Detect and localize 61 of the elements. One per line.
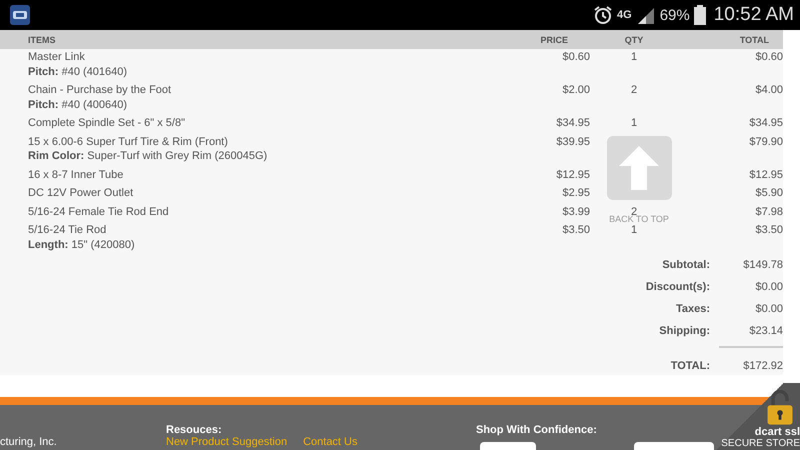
item-name: 5/16-24 Tie Rod xyxy=(28,223,108,238)
item-total: $79.90 xyxy=(748,134,783,149)
item-total: $34.95 xyxy=(748,116,783,130)
item-price: $2.95 xyxy=(561,186,590,200)
column-header: QTY xyxy=(624,34,644,44)
item-total: $4.00 xyxy=(754,83,783,98)
summary-label: Taxes: xyxy=(674,303,710,315)
column-header: TOTAL xyxy=(738,34,770,44)
total-value: $172.92 xyxy=(742,360,783,372)
item-option: Length: 15" (420080) xyxy=(28,238,500,252)
up-arrow-icon xyxy=(619,146,659,190)
item-option: Pitch: #40 (400640) xyxy=(28,98,500,112)
item-name: 16 x 8-7 Inner Tube xyxy=(28,168,124,182)
back-to-top-label[interactable]: BACK TO TOP xyxy=(609,214,669,224)
footer-heading: Resouces: xyxy=(166,424,223,436)
item-name: DC 12V Power Outlet xyxy=(28,186,134,200)
clock-time: 10:52 AM xyxy=(714,4,794,26)
item-price: $3.50 xyxy=(561,223,590,238)
item-total: $3.50 xyxy=(754,223,783,238)
summary-value: $0.00 xyxy=(754,303,783,315)
footer-link[interactable]: New Product Suggestion xyxy=(166,436,288,449)
company-name: cturing, Inc. xyxy=(0,436,57,448)
total-label: TOTAL: xyxy=(670,360,710,372)
app-icon[interactable] xyxy=(10,5,30,25)
item-option: Pitch: #40 (401640) xyxy=(28,64,500,79)
item-option: Rim Color: Super-Turf with Grey Rim (260045G) xyxy=(28,149,500,164)
summary-label: Discount(s): xyxy=(644,281,710,293)
item-price: $0.60 xyxy=(561,50,590,64)
item-quantity: 1 xyxy=(630,50,638,64)
summary-value: $149.78 xyxy=(742,259,783,271)
battery-icon xyxy=(694,5,706,25)
item-total: $5.90 xyxy=(754,186,783,200)
padlock-icon xyxy=(766,390,794,426)
summary-value: $0.00 xyxy=(754,281,783,293)
back-to-top-button[interactable] xyxy=(606,136,672,200)
column-header: PRICE xyxy=(539,34,569,44)
item-quantity: 1 xyxy=(630,116,638,130)
item-price: $12.95 xyxy=(555,168,590,182)
item-quantity: 1 xyxy=(630,223,638,238)
item-price: $39.95 xyxy=(555,134,590,149)
alarm-clock-icon xyxy=(593,5,613,25)
battery-percent: 69% xyxy=(660,6,690,24)
item-name: Master Link xyxy=(28,50,86,64)
summary-label: Shipping: xyxy=(658,325,710,337)
footer-heading: Shop With Confidence: xyxy=(476,424,597,436)
item-total: $12.95 xyxy=(748,168,783,182)
footer-link[interactable]: Contact Us xyxy=(303,436,358,449)
item-quantity: 2 xyxy=(630,83,638,98)
item-price: $3.99 xyxy=(561,204,590,219)
summary-value: $23.14 xyxy=(748,325,783,337)
item-price: $34.95 xyxy=(555,116,590,130)
column-header: ITEMS xyxy=(28,34,57,44)
item-name: 15 x 6.00-6 Super Turf Tire & Rim (Front) xyxy=(28,134,229,149)
item-name: 5/16-24 Female Tie Rod End xyxy=(28,204,170,219)
item-price: $2.00 xyxy=(561,83,590,98)
item-name: Complete Spindle Set - 6" x 5/8" xyxy=(28,116,186,130)
item-name: Chain - Purchase by the Foot xyxy=(28,83,172,98)
summary-label: Subtotal: xyxy=(661,259,710,271)
item-total: $0.60 xyxy=(754,50,783,64)
network-label: 4G xyxy=(617,9,632,21)
item-total: $7.98 xyxy=(754,204,783,219)
